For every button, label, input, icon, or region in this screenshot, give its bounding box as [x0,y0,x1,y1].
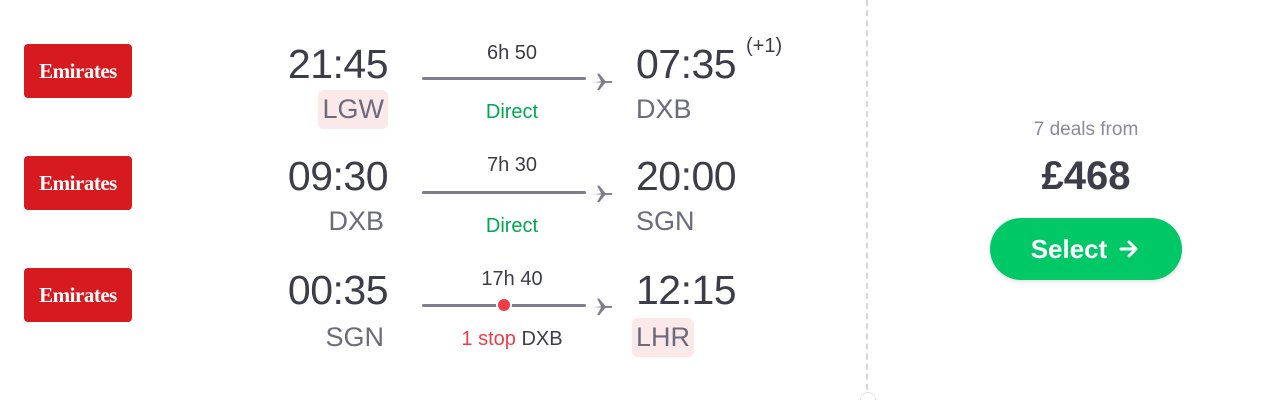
route-line [422,191,586,194]
stops-label: 1 stop [461,328,516,350]
flight-duration: 17h 40 [481,268,543,290]
price-panel: 7 deals from £468 Select [878,0,1286,400]
ticket-divider [866,0,868,400]
deals-count-label: 7 deals from [1033,119,1139,140]
arrival-airport: LHR [632,318,695,357]
itinerary-legs: Emirates 21:45 LGW 6h 50 Direct 07:35 (+… [0,0,866,400]
flight-result-card[interactable]: Emirates 21:45 LGW 6h 50 Direct 07:35 (+… [0,0,1286,400]
departure-airport: SGN [325,322,384,352]
stop-airport: DXB [521,328,563,350]
route-line [422,299,586,311]
airline-logo: Emirates [24,156,132,210]
airline-logo: Emirates [24,44,132,98]
route-line [422,77,586,80]
flight-duration: 6h 50 [486,42,538,64]
arrival-time: 12:15 [636,267,737,313]
ticket-notch [860,392,876,400]
select-button-label: Select [1030,233,1108,264]
stops-info: 1 stop DXB [422,329,602,349]
departure-time: 09:30 [287,153,389,199]
arrival-time: 07:35 [636,41,737,87]
arrow-right-icon [1119,240,1138,258]
plane-icon [593,298,613,316]
select-button[interactable]: Select [990,218,1182,280]
stop-marker [498,299,510,311]
departure-time: 21:45 [287,41,389,87]
flight-leg-3: Emirates 00:35 SGN 17h 40 1 stop DXB 12:… [0,224,866,357]
departure-time: 00:35 [287,267,389,313]
arrival-time: 20:00 [636,153,737,199]
flight-duration: 7h 30 [486,154,538,176]
flight-leg-1: Emirates 21:45 LGW 6h 50 Direct 07:35 (+… [0,0,866,129]
price: £468 [1041,154,1131,198]
arrival-day-offset: (+1) [746,35,783,57]
plane-icon [593,73,613,91]
flight-leg-2: Emirates 09:30 DXB 7h 30 Direct 20:00 SG… [0,112,866,236]
plane-icon [593,185,613,203]
airline-logo: Emirates [24,268,132,322]
